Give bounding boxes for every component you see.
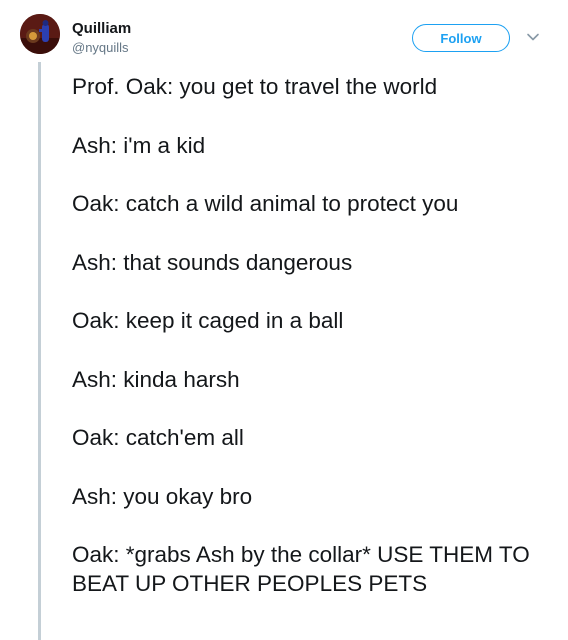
tweet-text-line: Oak: catch a wild animal to protect you bbox=[72, 191, 459, 216]
avatar[interactable] bbox=[20, 14, 60, 54]
chevron-down-icon[interactable] bbox=[526, 30, 540, 44]
tweet-text-line: Oak: keep it caged in a ball bbox=[72, 308, 344, 333]
tweet-text-line: Ash: i'm a kid bbox=[72, 133, 206, 158]
tweet-text-line: Oak: catch'em all bbox=[72, 425, 244, 450]
author-handle[interactable]: @nyquills bbox=[72, 40, 129, 55]
author-name[interactable]: Quilliam bbox=[72, 20, 131, 37]
tweet-text-line: Prof. Oak: you get to travel the world bbox=[72, 74, 438, 99]
follow-button[interactable]: Follow bbox=[412, 24, 510, 52]
tweet-text-line: Ash: you okay bro bbox=[72, 484, 253, 509]
tweet-text-line: Ash: kinda harsh bbox=[72, 367, 240, 392]
tweet-text-line: Ash: that sounds dangerous bbox=[72, 250, 353, 275]
avatar-icon bbox=[20, 14, 60, 54]
thread-line bbox=[38, 62, 41, 640]
tweet-text-line: Oak: *grabs Ash by the collar* USE THEM … bbox=[72, 542, 530, 596]
tweet-card: Quilliam @nyquills Follow Prof. Oak: you… bbox=[0, 0, 568, 640]
